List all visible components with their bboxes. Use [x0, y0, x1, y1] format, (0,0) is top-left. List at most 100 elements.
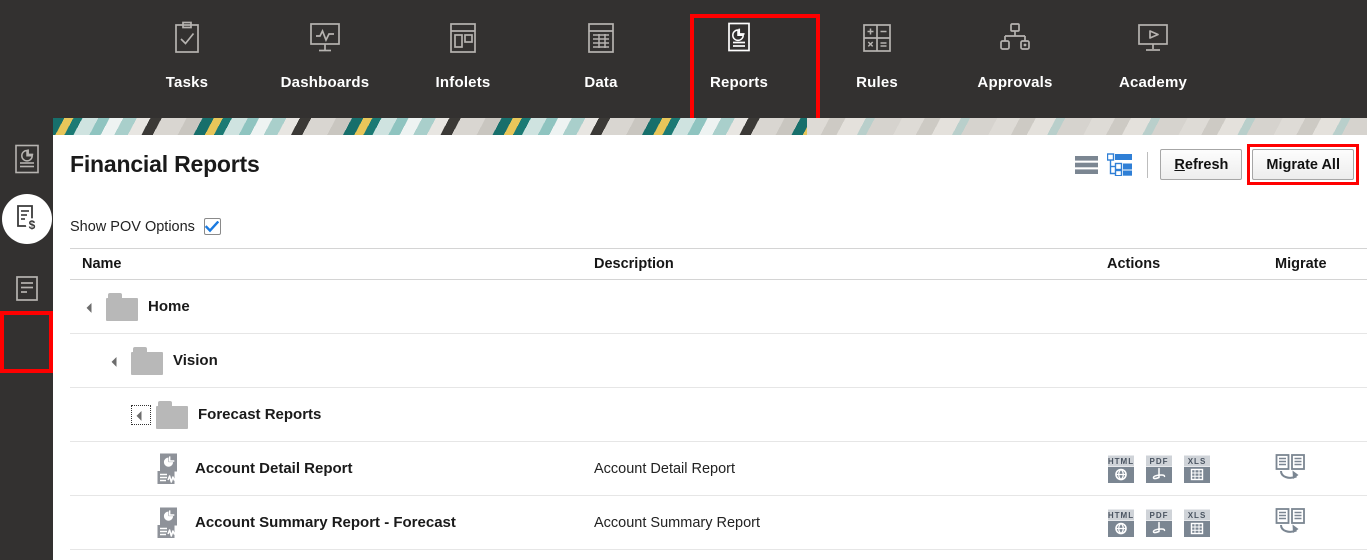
cell-migrate	[1275, 454, 1367, 483]
clipboard-check-icon	[168, 18, 206, 58]
grid-table-icon	[582, 18, 620, 58]
cell-description: Account Detail Report	[594, 461, 1107, 477]
show-pov-options-checkbox[interactable]	[204, 218, 221, 235]
org-chart-icon	[996, 18, 1034, 58]
svg-text:$: $	[28, 218, 35, 232]
folder-icon	[106, 293, 140, 321]
toolbar-separator	[1147, 152, 1148, 178]
top-navigation-items: Tasks Dashboards Infolets Data Reports Rules A…	[118, 18, 1222, 91]
nav-item-reports[interactable]: Reports	[670, 18, 808, 91]
triangle-down-icon	[111, 357, 121, 367]
xls-export-icon[interactable]: XLS	[1183, 508, 1211, 538]
nav-item-rules[interactable]: Rules	[808, 18, 946, 91]
table-body: Home Vision Forecast Reports Account Detail…	[70, 280, 1367, 550]
triangle-down-icon	[86, 303, 96, 313]
table-row[interactable]: Forecast Reports	[70, 388, 1367, 442]
checkmark-icon	[205, 221, 219, 233]
migrate-all-button[interactable]: Migrate All	[1252, 149, 1354, 180]
top-navigation-bar: Tasks Dashboards Infolets Data Reports Rules A…	[0, 0, 1367, 119]
sidebar-item-reports[interactable]	[0, 131, 53, 187]
nav-item-data[interactable]: Data	[532, 18, 670, 91]
table-row[interactable]: Account Detail Report Account Detail Repo…	[70, 442, 1367, 496]
cell-name: Account Detail Report	[70, 453, 594, 485]
column-header-actions: Actions	[1107, 256, 1275, 279]
list-view-toggle[interactable]	[1069, 150, 1103, 180]
row-name: Forecast Reports	[198, 406, 321, 423]
svg-text:PDF: PDF	[1150, 457, 1169, 466]
cell-description: Account Summary Report	[594, 515, 1107, 531]
nav-item-dashboards[interactable]: Dashboards	[256, 18, 394, 91]
pov-options-row: Show POV Options	[70, 218, 221, 235]
folder-icon	[156, 401, 190, 429]
column-header-name: Name	[70, 256, 594, 279]
left-sidebar: $	[0, 119, 53, 560]
table-row[interactable]: Home	[70, 280, 1367, 334]
table-header-row: Name Description Actions Migrate	[70, 248, 1367, 280]
decorative-banner-strip	[53, 118, 1367, 135]
page-title: Financial Reports	[70, 151, 260, 178]
nav-item-approvals[interactable]: Approvals	[946, 18, 1084, 91]
sidebar-item-financial-reports[interactable]: $	[0, 191, 53, 247]
nav-item-label: Tasks	[166, 74, 208, 91]
nav-item-label: Approvals	[977, 74, 1052, 91]
table-row[interactable]: Vision	[70, 334, 1367, 388]
disclosure-twisty[interactable]	[132, 406, 150, 424]
infolet-panels-icon	[444, 18, 482, 58]
refresh-label: efresh	[1185, 157, 1229, 173]
reports-table: Name Description Actions Migrate Home Vis…	[70, 248, 1367, 550]
html-export-icon[interactable]: HTML	[1107, 454, 1135, 484]
header-toolbar: Refresh Migrate All	[1069, 149, 1354, 180]
folder-body	[106, 298, 138, 321]
report-document-icon	[157, 453, 187, 485]
report-document-icon	[157, 507, 187, 539]
sidebar-item-documents[interactable]	[0, 261, 53, 317]
xls-export-icon[interactable]: XLS	[1183, 454, 1211, 484]
cell-name: Home	[70, 293, 594, 321]
row-name: Account Summary Report - Forecast	[195, 514, 456, 531]
cell-name: Account Summary Report - Forecast	[70, 507, 594, 539]
column-header-description: Description	[594, 256, 1107, 279]
tree-view-icon	[1107, 153, 1133, 176]
calculator-icon	[858, 18, 896, 58]
report-pie-doc-icon	[720, 18, 758, 58]
refresh-accesskey: R	[1174, 157, 1184, 173]
page-header: Financial Reports	[53, 135, 1367, 193]
nav-item-label: Rules	[856, 74, 898, 91]
svg-text:PDF: PDF	[1150, 511, 1169, 520]
application-window: Tasks Dashboards Infolets Data Reports Rules A…	[0, 0, 1367, 560]
nav-item-label: Academy	[1119, 74, 1187, 91]
svg-text:XLS: XLS	[1188, 457, 1207, 466]
row-name: Account Detail Report	[195, 460, 353, 477]
pdf-export-icon[interactable]: PDF	[1145, 508, 1173, 538]
triangle-down-icon	[136, 411, 146, 421]
table-row[interactable]: Account Summary Report - Forecast Account…	[70, 496, 1367, 550]
disclosure-twisty[interactable]	[82, 298, 100, 316]
financial-reports-sidebar-highlight-box	[0, 311, 53, 373]
cell-actions: HTML PDF XLS	[1107, 454, 1275, 484]
nav-item-label: Infolets	[436, 74, 491, 91]
column-header-migrate: Migrate	[1275, 256, 1367, 279]
monitor-play-icon	[1134, 18, 1172, 58]
html-export-icon[interactable]: HTML	[1107, 508, 1135, 538]
migrate-report-icon[interactable]	[1275, 508, 1307, 537]
nav-item-label: Dashboards	[281, 74, 370, 91]
refresh-button[interactable]: Refresh	[1160, 149, 1242, 180]
cell-actions: HTML PDF XLS	[1107, 508, 1275, 538]
disclosure-twisty[interactable]	[107, 352, 125, 370]
nav-item-tasks[interactable]: Tasks	[118, 18, 256, 91]
nav-item-academy[interactable]: Academy	[1084, 18, 1222, 91]
nav-item-label: Reports	[710, 74, 768, 91]
migrate-report-icon[interactable]	[1275, 454, 1307, 483]
tree-view-toggle[interactable]	[1103, 150, 1137, 180]
monitor-chart-icon	[306, 18, 344, 58]
folder-body	[156, 406, 188, 429]
nav-item-label: Data	[584, 74, 617, 91]
svg-text:HTML: HTML	[1108, 457, 1134, 466]
banner-tail	[807, 118, 1367, 135]
cell-name: Vision	[70, 347, 594, 375]
nav-item-infolets[interactable]: Infolets	[394, 18, 532, 91]
pdf-export-icon[interactable]: PDF	[1145, 454, 1173, 484]
pov-options-label: Show POV Options	[70, 219, 195, 235]
folder-body	[131, 352, 163, 375]
row-name: Home	[148, 298, 190, 315]
